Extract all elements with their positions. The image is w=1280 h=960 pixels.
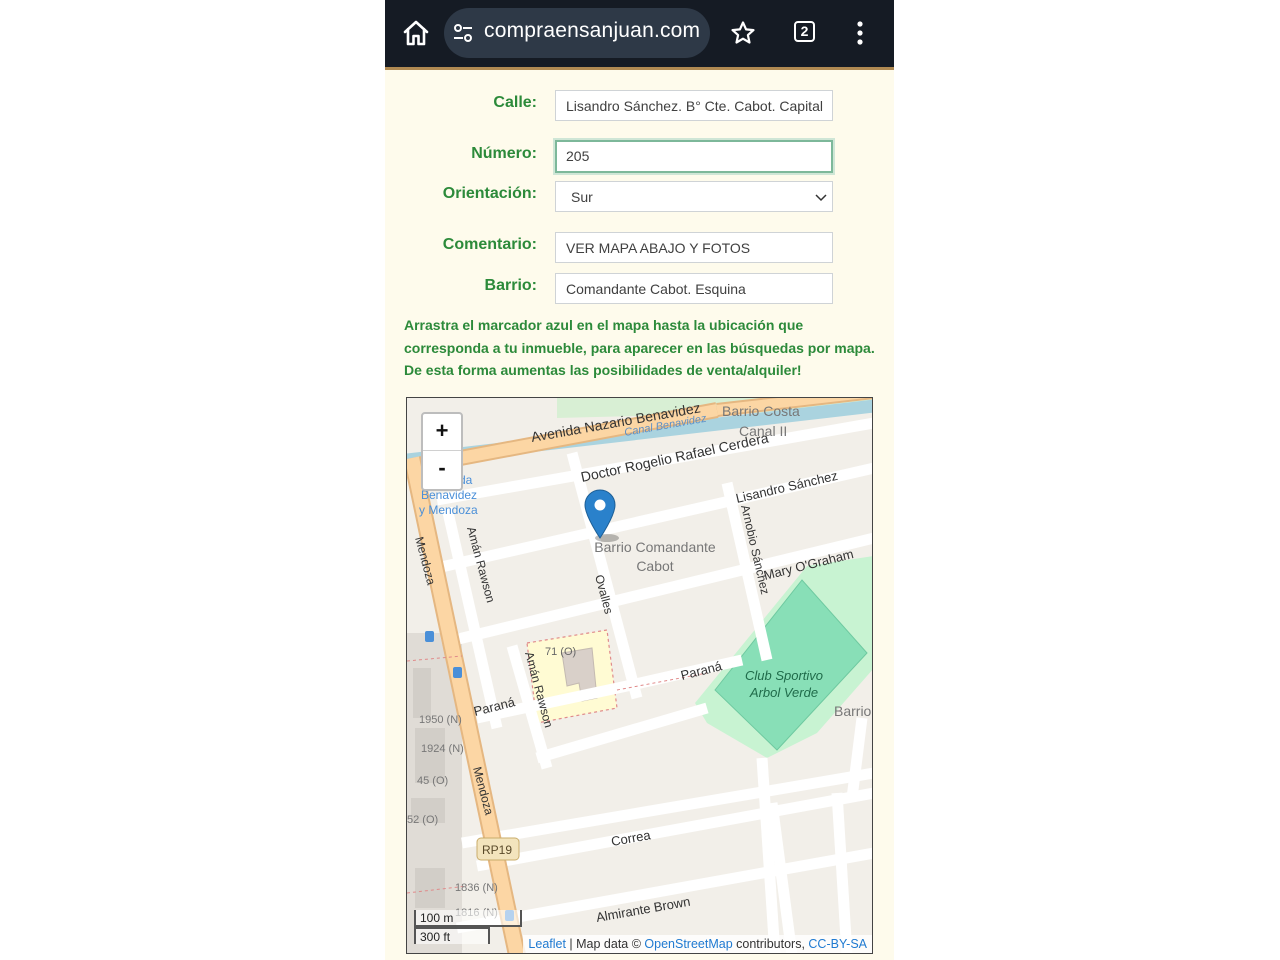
browser-toolbar: compraensanjuan.com 2 [385, 0, 894, 67]
site-settings-icon[interactable] [452, 22, 474, 44]
label-1836: 1836 (N) [455, 882, 498, 894]
attribution-contrib: contributors, [732, 937, 809, 951]
osm-link[interactable]: OpenStreetMap [644, 937, 732, 951]
chevron-down-icon [815, 194, 827, 202]
barrio-input[interactable]: Comandante Cabot. Esquina [555, 273, 833, 304]
label-club-2: Arbol Verde [749, 685, 818, 700]
label-rp19: RP19 [482, 843, 512, 857]
toolbar-divider [385, 67, 894, 70]
license-link[interactable]: CC-BY-SA [808, 937, 867, 951]
bookmark-star-icon[interactable] [730, 20, 756, 46]
orientacion-value: Sur [571, 189, 593, 205]
attribution-sep: | Map data © [565, 937, 645, 951]
map-attribution: Leaflet | Map data © OpenStreetMap contr… [523, 935, 872, 953]
label-barrio-cabot-2: Cabot [636, 558, 673, 574]
calle-label: Calle: [493, 94, 537, 111]
leaflet-link[interactable]: Leaflet [528, 937, 566, 951]
orientacion-label: Orientación: [442, 185, 537, 202]
label-45: 45 (O) [417, 775, 448, 787]
overflow-menu-icon[interactable] [855, 20, 865, 46]
home-icon[interactable] [401, 18, 431, 48]
phone-screen: compraensanjuan.com 2 Calle: Lisandro Sá… [385, 0, 894, 960]
zoom-out-button[interactable]: - [423, 451, 461, 487]
label-benavidez-3: y Mendoza [419, 503, 478, 517]
label-club-1: Club Sportivo [745, 668, 823, 683]
location-map[interactable]: Avenida Nazario Benavidez Canal Benavide… [406, 397, 873, 954]
label-1924: 1924 (N) [421, 743, 464, 755]
tab-switcher-button[interactable]: 2 [794, 21, 815, 42]
url-text[interactable]: compraensanjuan.com [484, 19, 700, 43]
zoom-in-button[interactable]: + [423, 414, 461, 451]
zoom-control: + - [421, 412, 463, 491]
bus-stop-icon [425, 631, 434, 642]
orientacion-select[interactable]: Sur [555, 181, 833, 212]
map-tiles[interactable]: Avenida Nazario Benavidez Canal Benavide… [407, 398, 873, 954]
comentario-input[interactable]: VER MAPA ABAJO Y FOTOS [555, 232, 833, 263]
scale-imperial: 300 ft [414, 927, 490, 944]
map-instructions: Arrastra el marcador azul en el mapa has… [404, 317, 875, 378]
scale-metric: 100 m [414, 910, 522, 927]
calle-input[interactable]: Lisandro Sánchez. B° Cte. Cabot. Capital [555, 90, 833, 121]
label-1950: 1950 (N) [419, 714, 462, 726]
numero-label: Número: [471, 145, 537, 162]
label-barrio-edge: Barrio [834, 703, 872, 719]
label-barrio-costa: Barrio Costa [722, 403, 800, 419]
address-bar[interactable]: compraensanjuan.com [444, 8, 710, 58]
numero-input[interactable]: 205 [555, 140, 833, 173]
bus-stop-icon [453, 667, 462, 678]
map-scale: 100 m 300 ft [414, 910, 522, 944]
barrio-label: Barrio: [484, 277, 537, 294]
label-school: 71 (O) [545, 646, 576, 658]
label-52: 52 (O) [407, 814, 438, 826]
comentario-label: Comentario: [442, 236, 537, 253]
